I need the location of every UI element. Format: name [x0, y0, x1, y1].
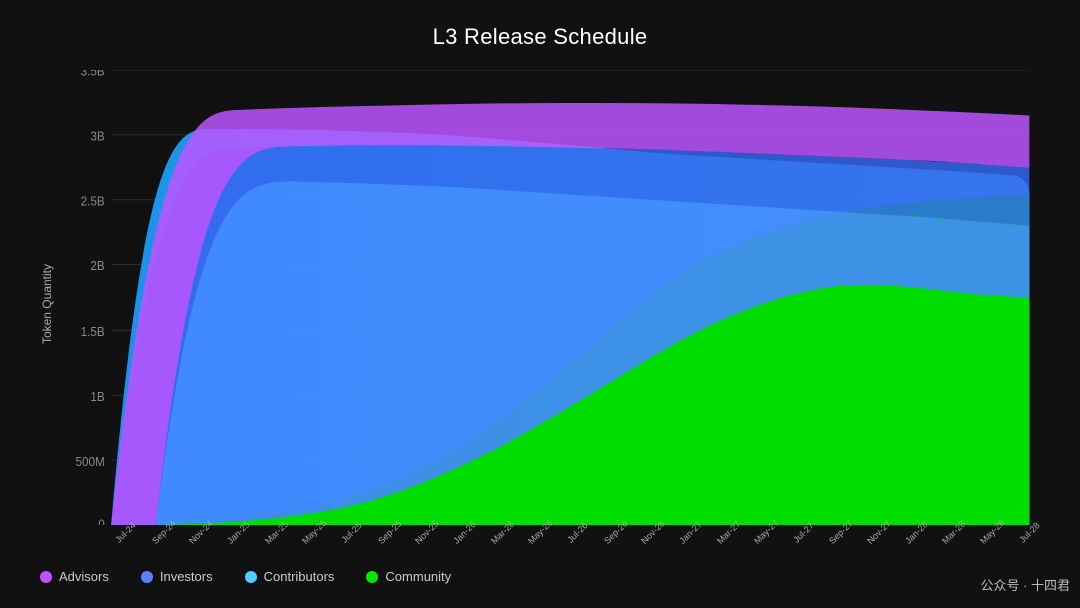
community-label: Community	[385, 569, 451, 584]
advisors-dot	[40, 571, 52, 583]
contributors-dot	[245, 571, 257, 583]
main-chart-svg: 3.5B 3B 2.5B 2B 1.5B 1B 500M 0	[60, 70, 1040, 525]
svg-text:1.5B: 1.5B	[81, 325, 105, 339]
svg-text:500M: 500M	[75, 454, 104, 468]
contributors-label: Contributors	[264, 569, 335, 584]
legend-item-advisors: Advisors	[40, 569, 109, 584]
investors-dot	[141, 571, 153, 583]
legend-item-contributors: Contributors	[245, 569, 335, 584]
y-axis-label: Token Quantity	[40, 264, 54, 344]
chart-title: L3 Release Schedule	[433, 24, 648, 50]
chart-container: L3 Release Schedule Token Quantity	[40, 24, 1040, 584]
watermark: 公众号 · 十四君	[980, 575, 1070, 594]
legend-item-investors: Investors	[141, 569, 213, 584]
chart-with-axes: 3.5B 3B 2.5B 2B 1.5B 1B 500M 0	[60, 70, 1040, 539]
x-axis-labels: Jul-24 Sep-24 Nov-24 Jan-25 Mar-25 May-2…	[108, 525, 1040, 539]
chart-area: Token Quantity	[40, 70, 1040, 584]
legend: Advisors Investors Contributors Communit…	[40, 569, 1040, 584]
advisors-label: Advisors	[59, 569, 109, 584]
community-dot	[366, 571, 378, 583]
chart-plot-area: 3.5B 3B 2.5B 2B 1.5B 1B 500M 0	[60, 70, 1040, 525]
svg-text:0: 0	[98, 517, 105, 525]
svg-text:2.5B: 2.5B	[81, 194, 105, 208]
svg-text:3B: 3B	[90, 129, 104, 143]
svg-text:3.5B: 3.5B	[81, 70, 105, 79]
svg-text:1B: 1B	[90, 390, 104, 404]
svg-text:2B: 2B	[90, 259, 104, 273]
legend-item-community: Community	[366, 569, 451, 584]
investors-label: Investors	[160, 569, 213, 584]
